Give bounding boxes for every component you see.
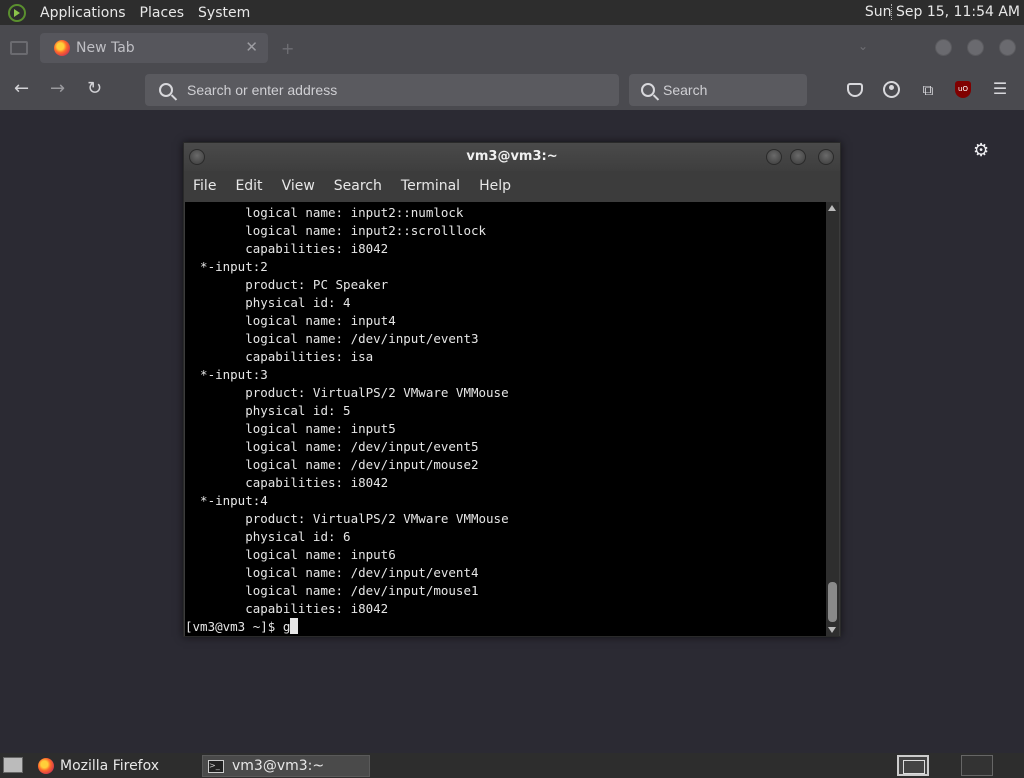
tab-strip: New Tab ✕ + ⌄: [0, 25, 1024, 70]
terminal-output[interactable]: logical name: input2::numlock logical na…: [185, 202, 827, 636]
terminal-line: logical name: input5: [185, 421, 396, 436]
terminal-line: logical name: /dev/input/event5: [185, 439, 479, 454]
back-icon[interactable]: ←: [14, 78, 29, 99]
terminal-line: capabilities: i8042: [185, 241, 389, 256]
taskbar-item-firefox[interactable]: Mozilla Firefox: [36, 755, 196, 777]
firefox-icon: [54, 40, 70, 56]
new-tab-button[interactable]: +: [281, 39, 294, 58]
bottom-taskbar: Mozilla Firefox >_ vm3@vm3:~: [0, 753, 1024, 778]
ublock-icon[interactable]: uO: [955, 81, 971, 98]
terminal-line: logical name: /dev/input/mouse2: [185, 457, 479, 472]
shell-prompt: [vm3@vm3 ~]$: [185, 619, 283, 634]
top-panel: Applications Places System Sun Sep 15, 1…: [0, 0, 1024, 25]
pocket-icon[interactable]: [847, 83, 863, 97]
terminal-menubar: File Edit View Search Terminal Help: [184, 171, 840, 201]
applications-logo-icon[interactable]: [8, 3, 26, 22]
terminal-line: physical id: 6: [185, 529, 351, 544]
account-icon[interactable]: [883, 81, 900, 98]
terminal-line: logical name: input4: [185, 313, 396, 328]
menu-view[interactable]: View: [282, 178, 315, 194]
url-bar[interactable]: [145, 74, 619, 106]
text-cursor: [290, 618, 299, 634]
terminal-line: logical name: input2::scrolllock: [185, 223, 487, 238]
menu-file[interactable]: File: [193, 178, 216, 194]
tab-close-icon[interactable]: ✕: [245, 38, 258, 56]
tab-title: New Tab: [76, 40, 135, 56]
workspace-switcher-1[interactable]: [897, 755, 929, 776]
terminal-line: product: PC Speaker: [185, 277, 389, 292]
window-menu-icon[interactable]: [189, 149, 205, 165]
close-window-button[interactable]: [999, 39, 1016, 56]
maximize-button[interactable]: [967, 39, 984, 56]
menu-help[interactable]: Help: [479, 178, 511, 194]
search-input[interactable]: [663, 82, 803, 98]
system-menu[interactable]: System: [198, 5, 250, 21]
show-desktop-icon[interactable]: [3, 757, 23, 773]
tab-new-tab[interactable]: New Tab ✕: [40, 33, 268, 63]
places-menu[interactable]: Places: [140, 5, 185, 21]
terminal-maximize-button[interactable]: [790, 149, 806, 165]
scroll-up-icon[interactable]: [828, 205, 836, 211]
terminal-line: logical name: /dev/input/event3: [185, 331, 479, 346]
search-icon: [159, 83, 173, 97]
taskbar-item-label: vm3@vm3:~: [232, 758, 325, 774]
terminal-title: vm3@vm3:~: [466, 149, 558, 164]
prompt-line[interactable]: [vm3@vm3 ~]$ g: [185, 618, 827, 636]
taskbar-item-terminal[interactable]: >_ vm3@vm3:~: [202, 755, 370, 777]
navigation-toolbar: ← → ↻ ⧉ uO ☰: [0, 70, 1024, 110]
taskbar-item-label: Mozilla Firefox: [60, 758, 160, 774]
menu-search[interactable]: Search: [334, 178, 382, 194]
terminal-line: *-input:4: [185, 493, 268, 508]
typed-text: g: [282, 619, 291, 634]
terminal-scrollbar[interactable]: [826, 202, 839, 636]
terminal-line: *-input:2: [185, 259, 268, 274]
workspace-switcher-2[interactable]: [961, 755, 993, 776]
terminal-line: product: VirtualPS/2 VMware VMMouse: [185, 511, 509, 526]
firefox-icon: [38, 758, 54, 774]
terminal-minimize-button[interactable]: [766, 149, 782, 165]
reload-icon[interactable]: ↻: [87, 78, 102, 99]
scroll-thumb[interactable]: [828, 582, 837, 622]
hamburger-menu-icon[interactable]: ☰: [991, 79, 1009, 98]
terminal-line: capabilities: isa: [185, 349, 374, 364]
menu-terminal[interactable]: Terminal: [401, 178, 460, 194]
url-input[interactable]: [187, 82, 587, 98]
terminal-line: physical id: 5: [185, 403, 351, 418]
terminal-window: vm3@vm3:~ File Edit View Search Terminal…: [183, 142, 841, 637]
terminal-line: product: VirtualPS/2 VMware VMMouse: [185, 385, 509, 400]
minimize-button[interactable]: [935, 39, 952, 56]
terminal-titlebar[interactable]: vm3@vm3:~: [184, 143, 840, 171]
list-tabs-icon[interactable]: ⌄: [858, 39, 868, 53]
firefox-view-icon[interactable]: [10, 41, 28, 55]
forward-icon[interactable]: →: [50, 78, 65, 99]
terminal-icon: >_: [208, 759, 224, 773]
clock[interactable]: Sun Sep 15, 11:54 AM: [865, 4, 1020, 20]
search-bar[interactable]: [629, 74, 807, 106]
scroll-down-icon[interactable]: [828, 627, 836, 633]
menu-edit[interactable]: Edit: [235, 178, 262, 194]
settings-gear-icon[interactable]: ⚙: [973, 140, 989, 161]
terminal-line: physical id: 4: [185, 295, 351, 310]
terminal-line: logical name: input6: [185, 547, 396, 562]
terminal-close-button[interactable]: [818, 149, 834, 165]
terminal-line: logical name: /dev/input/event4: [185, 565, 479, 580]
extensions-icon[interactable]: ⧉: [919, 81, 937, 99]
terminal-line: capabilities: i8042: [185, 601, 389, 616]
search-icon: [641, 83, 655, 97]
terminal-line: logical name: /dev/input/mouse1: [185, 583, 479, 598]
panel-menus: Applications Places System: [0, 0, 264, 25]
terminal-line: *-input:3: [185, 367, 268, 382]
applications-menu[interactable]: Applications: [40, 5, 126, 21]
terminal-line: logical name: input2::numlock: [185, 205, 464, 220]
terminal-line: capabilities: i8042: [185, 475, 389, 490]
